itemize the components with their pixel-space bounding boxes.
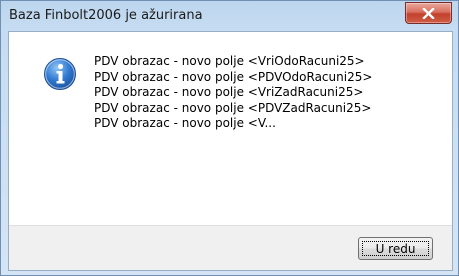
dialog-content: PDV obrazac - novo polje <VriOdoRacuni25…: [8, 31, 453, 271]
close-button[interactable]: [405, 2, 452, 24]
message-line: PDV obrazac - novo polje <PDVZadRacuni25…: [94, 100, 372, 115]
message-dialog: Baza Finbolt2006 je ažurirana PDV obraza…: [0, 0, 459, 276]
message-line: PDV obrazac - novo polje <VriZadRacuni25…: [94, 85, 364, 99]
ok-button-label: U redu: [375, 241, 416, 256]
message-line: PDV obrazac - novo polje <PDVOdoRacuni25…: [94, 69, 373, 84]
message-line: PDV obrazac - novo polje <V...: [94, 116, 276, 130]
message-text: PDV obrazac - novo polje <VriOdoRacuni25…: [94, 54, 372, 132]
info-icon: [44, 58, 76, 90]
close-icon: [422, 8, 435, 19]
ok-button[interactable]: U redu: [358, 237, 433, 260]
button-bar: U redu: [9, 225, 452, 270]
message-line: PDV obrazac - novo polje <VriOdoRacuni25…: [94, 54, 365, 68]
window-title: Baza Finbolt2006 je ažurirana: [9, 8, 203, 23]
title-bar[interactable]: Baza Finbolt2006 je ažurirana: [1, 1, 458, 31]
